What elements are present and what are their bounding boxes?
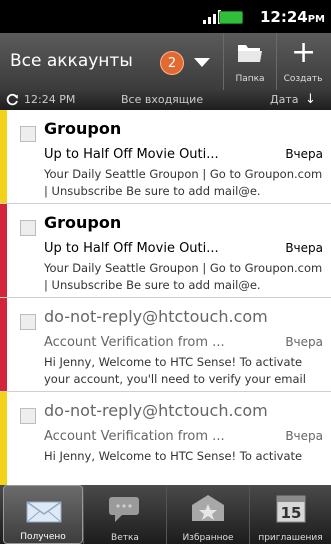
chevron-down-icon[interactable] [194, 58, 210, 67]
tab-label: Получено [20, 532, 66, 542]
create-button-label: Создать [283, 74, 323, 84]
battery-icon [219, 11, 243, 24]
plus-icon: + [291, 35, 317, 70]
message-sender: do-not-reply@htctouch.com [44, 401, 268, 420]
tab-label: Ветка [111, 533, 139, 543]
message-color-strip [0, 110, 7, 203]
message-item[interactable]: Groupon Up to Half Off Movie Outi... Вче… [0, 110, 331, 204]
inbox-envelope-icon [26, 501, 62, 523]
message-subject: Up to Half Off Movie Outi... [44, 241, 219, 256]
clock-time: 12:24 [259, 8, 308, 26]
mail-header: Все аккаунты 2 Папка + Создать [0, 33, 331, 90]
mail-app-screen: 12:24PM Все аккаунты 2 Папка + Создать 1… [0, 0, 331, 544]
calendar-invite-icon: 15 [276, 495, 306, 523]
tab-invitations[interactable]: 15 приглашения [249, 485, 331, 544]
sort-label[interactable]: Дата [270, 93, 298, 106]
tab-label: Избранное [182, 533, 234, 543]
tab-conversation[interactable]: Ветка [83, 485, 166, 544]
current-folder-name: Все входящие [121, 93, 204, 106]
folder-icon [238, 45, 262, 62]
message-date: Вчера [285, 335, 323, 349]
message-preview: Hi Jenny, Welcome to HTC Sense! To activ… [44, 449, 303, 463]
message-color-strip [0, 204, 7, 297]
message-item[interactable]: do-not-reply@htctouch.com Account Verifi… [0, 298, 331, 392]
message-checkbox[interactable] [20, 408, 36, 424]
bottom-tab-bar: Получено Ветка Избранное 15 приглашения [0, 485, 331, 544]
create-button[interactable]: + Создать [276, 33, 329, 90]
message-sender: Groupon [44, 119, 122, 138]
account-selector-title[interactable]: Все аккаунты [10, 51, 133, 71]
message-preview: Hi Jenny, Welcome to HTC Sense! To activ… [44, 355, 306, 386]
message-color-strip [0, 392, 7, 485]
tab-label: приглашения [258, 533, 323, 543]
message-date: Вчера [285, 147, 323, 161]
sort-down-arrow-icon[interactable]: ↓ [305, 92, 316, 107]
message-item[interactable]: Groupon Up to Half Off Movie Outi... Вче… [0, 204, 331, 298]
message-subject: Account Verification from ... [44, 335, 225, 350]
unread-count-badge: 2 [160, 51, 184, 75]
refresh-icon[interactable] [6, 93, 19, 106]
calendar-day-number: 15 [281, 504, 302, 522]
message-date: Вчера [285, 241, 323, 255]
folder-button-label: Папка [235, 74, 265, 84]
message-checkbox[interactable] [20, 126, 36, 142]
message-sender: do-not-reply@htctouch.com [44, 307, 268, 326]
message-date: Вчера [285, 429, 323, 443]
message-preview: Your Daily Seattle Groupon | Go to Group… [44, 167, 323, 198]
sync-sort-bar: 12:24 PM Все входящие Дата ↓ [0, 90, 331, 110]
tab-favorites[interactable]: Избранное [166, 485, 249, 544]
message-checkbox[interactable] [20, 220, 36, 236]
message-sender: Groupon [44, 213, 122, 232]
message-list[interactable]: Groupon Up to Half Off Movie Outi... Вче… [0, 110, 331, 485]
clock: 12:24PM [260, 8, 325, 26]
status-bar: 12:24PM [0, 0, 331, 33]
message-subject: Up to Half Off Movie Outi... [44, 147, 219, 162]
message-item[interactable]: do-not-reply@htctouch.com Account Verifi… [0, 392, 331, 485]
favorites-star-icon [192, 495, 224, 521]
message-checkbox[interactable] [20, 314, 36, 330]
folder-button[interactable]: Папка [223, 33, 276, 90]
message-color-strip [0, 298, 7, 391]
last-sync-time: 12:24 PM [24, 93, 76, 106]
tab-inbox[interactable]: Получено [3, 485, 83, 544]
conversation-icon [109, 497, 139, 522]
message-preview: Your Daily Seattle Groupon | Go to Group… [44, 261, 323, 292]
message-subject: Account Verification from ... [44, 429, 225, 444]
clock-suffix: PM [307, 14, 325, 25]
